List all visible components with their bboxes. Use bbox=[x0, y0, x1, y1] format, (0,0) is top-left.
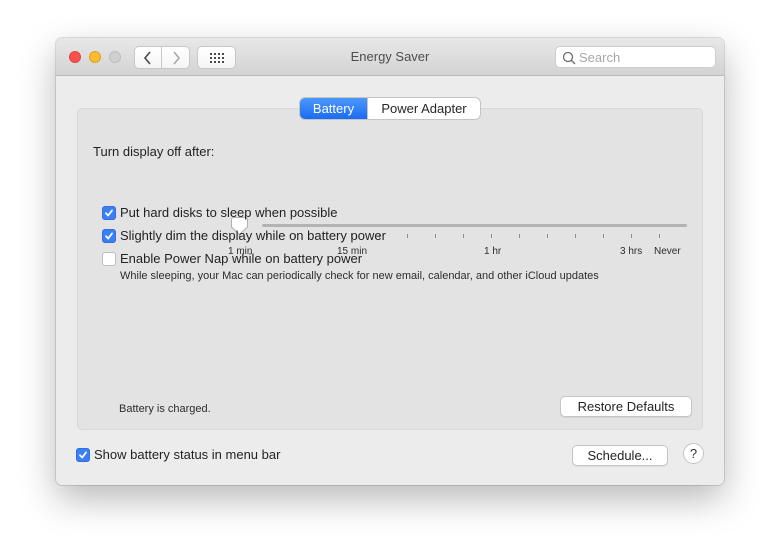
tick-label-1-hr: 1 hr bbox=[484, 246, 502, 257]
slider-tick bbox=[575, 234, 576, 238]
battery-status-text: Battery is charged. bbox=[119, 403, 211, 415]
power-nap-description: While sleeping, your Mac can periodicall… bbox=[120, 270, 599, 282]
checkmark-icon bbox=[105, 209, 113, 217]
dim-display-checkbox[interactable] bbox=[102, 229, 116, 243]
question-mark-icon: ? bbox=[689, 446, 698, 461]
power-nap-label: Enable Power Nap while on battery power bbox=[120, 251, 363, 266]
title-bar: Energy Saver bbox=[56, 38, 724, 76]
tick-label-3-hrs: 3 hrs bbox=[620, 246, 643, 257]
checkmark-icon bbox=[79, 451, 87, 459]
menu-bar-status-checkbox[interactable] bbox=[76, 448, 90, 462]
checkmark-icon bbox=[105, 232, 113, 240]
hard-disk-sleep-checkbox[interactable] bbox=[102, 206, 116, 220]
slider-tick bbox=[491, 234, 492, 238]
settings-panel: Turn display off after: 1 min 15 min 1 h… bbox=[77, 108, 703, 430]
schedule-button[interactable]: Schedule... bbox=[572, 445, 668, 466]
search-input[interactable] bbox=[579, 48, 709, 66]
power-source-tabs: Battery Power Adapter bbox=[300, 98, 480, 119]
slider-tick bbox=[547, 234, 548, 238]
slider-tick bbox=[435, 234, 436, 238]
tab-battery[interactable]: Battery bbox=[300, 98, 367, 119]
display-sleep-label: Turn display off after: bbox=[93, 144, 215, 159]
hard-disk-sleep-label: Put hard disks to sleep when possible bbox=[120, 205, 338, 220]
dim-display-label: Slightly dim the display while on batter… bbox=[120, 228, 386, 243]
restore-defaults-button[interactable]: Restore Defaults bbox=[560, 396, 692, 417]
tick-label-never: Never bbox=[654, 246, 681, 257]
menu-bar-status-label: Show battery status in menu bar bbox=[94, 447, 281, 462]
help-button[interactable]: ? bbox=[683, 443, 704, 464]
display-sleep-slider-track[interactable] bbox=[262, 224, 687, 227]
slider-tick bbox=[407, 234, 408, 238]
tab-power-adapter[interactable]: Power Adapter bbox=[367, 98, 480, 119]
slider-tick bbox=[463, 234, 464, 238]
search-field[interactable] bbox=[555, 46, 716, 68]
power-nap-checkbox[interactable] bbox=[102, 252, 116, 266]
slider-tick bbox=[631, 234, 632, 238]
slider-tick bbox=[603, 234, 604, 238]
slider-tick bbox=[519, 234, 520, 238]
slider-tick bbox=[659, 234, 660, 238]
energy-saver-window: Energy Saver Turn display off after: 1 m… bbox=[56, 38, 724, 485]
search-icon bbox=[562, 51, 576, 65]
